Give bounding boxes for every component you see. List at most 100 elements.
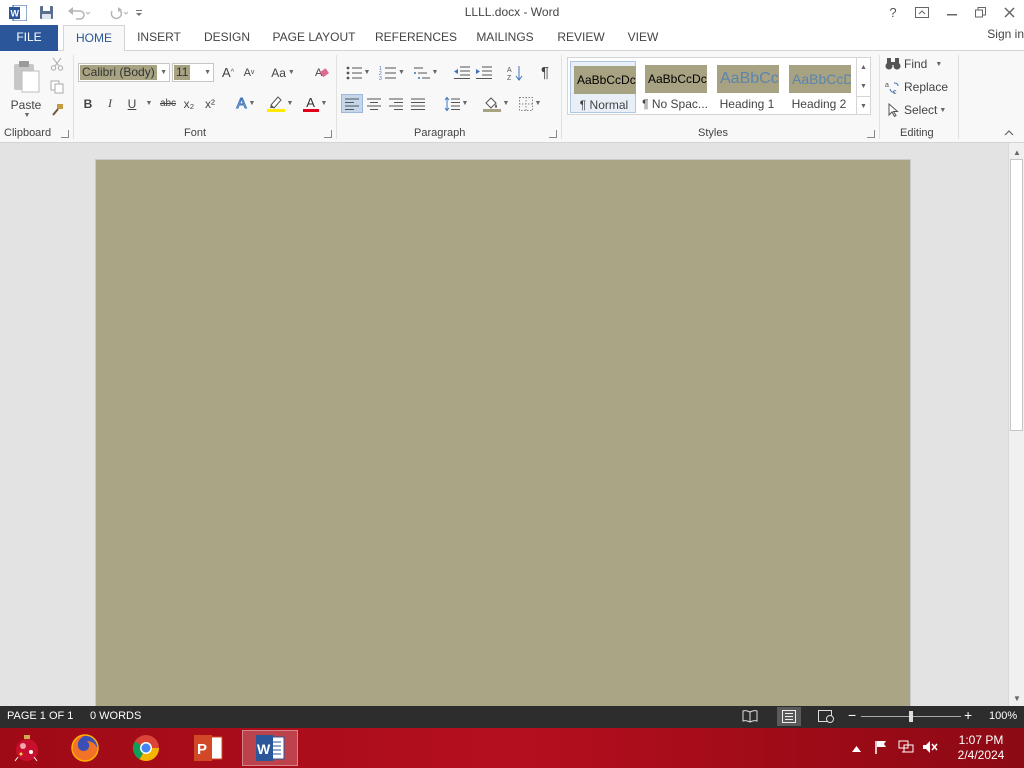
show-formatting-marks-button[interactable]: ¶	[535, 63, 555, 82]
tab-design[interactable]: DESIGN	[198, 25, 256, 51]
tab-references[interactable]: REFERENCES	[372, 25, 460, 51]
increase-indent-button[interactable]	[474, 63, 494, 82]
font-size-combobox[interactable]: 11 ▼	[172, 63, 214, 82]
align-left-icon	[345, 98, 359, 110]
subscript-button[interactable]: x₂	[180, 94, 198, 113]
numbering-button[interactable]: 123 ▼	[376, 63, 408, 82]
network-icon[interactable]	[898, 740, 914, 757]
styles-launcher-icon[interactable]	[867, 130, 875, 138]
grow-font-button[interactable]: A ^	[219, 63, 237, 82]
style-heading-1[interactable]: AaBbCc Heading 1	[714, 61, 780, 113]
underline-dropdown[interactable]: ▼	[143, 94, 153, 113]
shrink-font-button[interactable]: Av	[240, 63, 258, 82]
chevron-down-icon[interactable]: ▼	[160, 69, 167, 76]
help-button[interactable]: ?	[879, 2, 907, 22]
multilevel-list-icon	[413, 67, 430, 79]
clipboard-launcher-icon[interactable]	[61, 130, 69, 138]
close-icon[interactable]	[995, 2, 1023, 22]
find-button[interactable]: Find ▼	[885, 55, 951, 73]
clear-formatting-button[interactable]: A	[312, 63, 332, 82]
underline-button[interactable]: U	[123, 94, 141, 113]
justify-button[interactable]	[407, 94, 429, 113]
chevron-down-icon[interactable]: ▼	[204, 69, 211, 76]
paragraph-launcher-icon[interactable]	[549, 130, 557, 138]
zoom-out-icon[interactable]: −	[848, 707, 856, 723]
center-button[interactable]	[363, 94, 385, 113]
clipboard-group-label: Clipboard	[4, 127, 52, 139]
page-count-status[interactable]: PAGE 1 OF 1	[7, 710, 73, 722]
gallery-scroll-down-icon[interactable]: ▼	[856, 77, 870, 96]
minimize-icon[interactable]	[938, 2, 966, 22]
strikethrough-button[interactable]: abc	[157, 94, 179, 113]
zoom-slider-thumb[interactable]	[909, 711, 913, 722]
print-layout-icon[interactable]	[777, 707, 801, 726]
vertical-scrollbar[interactable]: ▲ ▼	[1008, 143, 1024, 706]
copy-button[interactable]	[48, 78, 66, 96]
chevron-down-icon: ▼	[286, 100, 294, 107]
style-no-spacing[interactable]: AaBbCcDc ¶ No Spac...	[642, 61, 708, 113]
svg-text:W: W	[257, 741, 271, 757]
web-layout-icon[interactable]	[818, 709, 834, 726]
shading-button[interactable]: ▼	[480, 94, 512, 113]
bold-button[interactable]: B	[80, 94, 96, 113]
word-count-status[interactable]: 0 WORDS	[90, 710, 141, 722]
tab-insert[interactable]: INSERT	[132, 25, 186, 51]
taskbar-app-word[interactable]: W	[242, 730, 298, 766]
zoom-level[interactable]: 100%	[989, 710, 1017, 722]
taskbar-app-firefox[interactable]	[57, 730, 113, 766]
zoom-in-icon[interactable]: +	[964, 707, 972, 723]
read-mode-icon[interactable]	[742, 709, 758, 726]
align-right-button[interactable]	[385, 94, 407, 113]
select-button[interactable]: Select ▼	[888, 101, 954, 119]
sort-az-icon: AZ	[507, 65, 523, 81]
chevron-down-icon: ▼	[935, 60, 943, 68]
cut-button[interactable]	[48, 55, 66, 73]
replace-label: Replace	[904, 80, 949, 94]
tab-home[interactable]: HOME	[63, 25, 125, 52]
font-color-button[interactable]: A ▼	[299, 94, 331, 113]
bullets-button[interactable]: ▼	[343, 63, 373, 82]
font-launcher-icon[interactable]	[324, 130, 332, 138]
restore-icon[interactable]	[966, 2, 994, 22]
scrollbar-thumb[interactable]	[1010, 159, 1023, 431]
document-page[interactable]	[95, 159, 911, 706]
speaker-muted-icon[interactable]	[922, 740, 938, 757]
line-spacing-button[interactable]: ▼	[441, 94, 471, 113]
text-effects-button[interactable]: A ▼	[232, 94, 260, 113]
tab-file[interactable]: FILE	[0, 25, 58, 51]
decrease-indent-button[interactable]	[452, 63, 472, 82]
taskbar-app-chrome[interactable]	[118, 730, 174, 766]
superscript-button[interactable]: x²	[201, 94, 219, 113]
borders-button[interactable]: ▼	[515, 94, 545, 113]
gallery-more-icon[interactable]: ▼	[856, 96, 870, 115]
gallery-scroll-up-icon[interactable]: ▲	[856, 58, 870, 77]
collapse-ribbon-icon[interactable]	[1002, 127, 1016, 139]
align-left-button[interactable]	[341, 94, 363, 113]
chrome-icon	[132, 735, 160, 762]
paste-button[interactable]: Paste ▼	[8, 57, 44, 121]
tab-view[interactable]: VIEW	[620, 25, 666, 51]
start-button[interactable]	[0, 730, 54, 766]
font-name-combobox[interactable]: Calibri (Body) ▼	[78, 63, 170, 82]
sign-in-link[interactable]: Sign in	[987, 27, 1024, 41]
sort-button[interactable]: AZ	[505, 63, 525, 82]
taskbar-app-powerpoint[interactable]: P	[180, 730, 236, 766]
tab-review[interactable]: REVIEW	[552, 25, 610, 51]
multilevel-list-button[interactable]: ▼	[411, 63, 441, 82]
tab-mailings[interactable]: MAILINGS	[470, 25, 540, 51]
replace-button[interactable]: ac Replace	[885, 78, 955, 96]
zoom-slider[interactable]	[861, 711, 961, 722]
action-center-flag-icon[interactable]	[874, 740, 888, 757]
italic-button[interactable]: I	[102, 94, 118, 113]
show-hidden-icons[interactable]	[852, 741, 861, 755]
scroll-up-icon[interactable]: ▲	[1011, 145, 1023, 159]
tab-page-layout[interactable]: PAGE LAYOUT	[267, 25, 361, 51]
format-painter-button[interactable]	[48, 101, 66, 119]
style-normal[interactable]: AaBbCcDc ¶ Normal	[570, 61, 636, 113]
scroll-down-icon[interactable]: ▼	[1011, 691, 1023, 705]
change-case-button[interactable]: Aa ▼	[268, 63, 298, 82]
style-heading-2[interactable]: AaBbCcD Heading 2	[786, 61, 852, 113]
text-highlight-button[interactable]: ▼	[264, 94, 296, 113]
taskbar-clock[interactable]: 1:07 PM 2/4/2024	[950, 733, 1012, 763]
ribbon-display-options-icon[interactable]	[908, 2, 936, 22]
